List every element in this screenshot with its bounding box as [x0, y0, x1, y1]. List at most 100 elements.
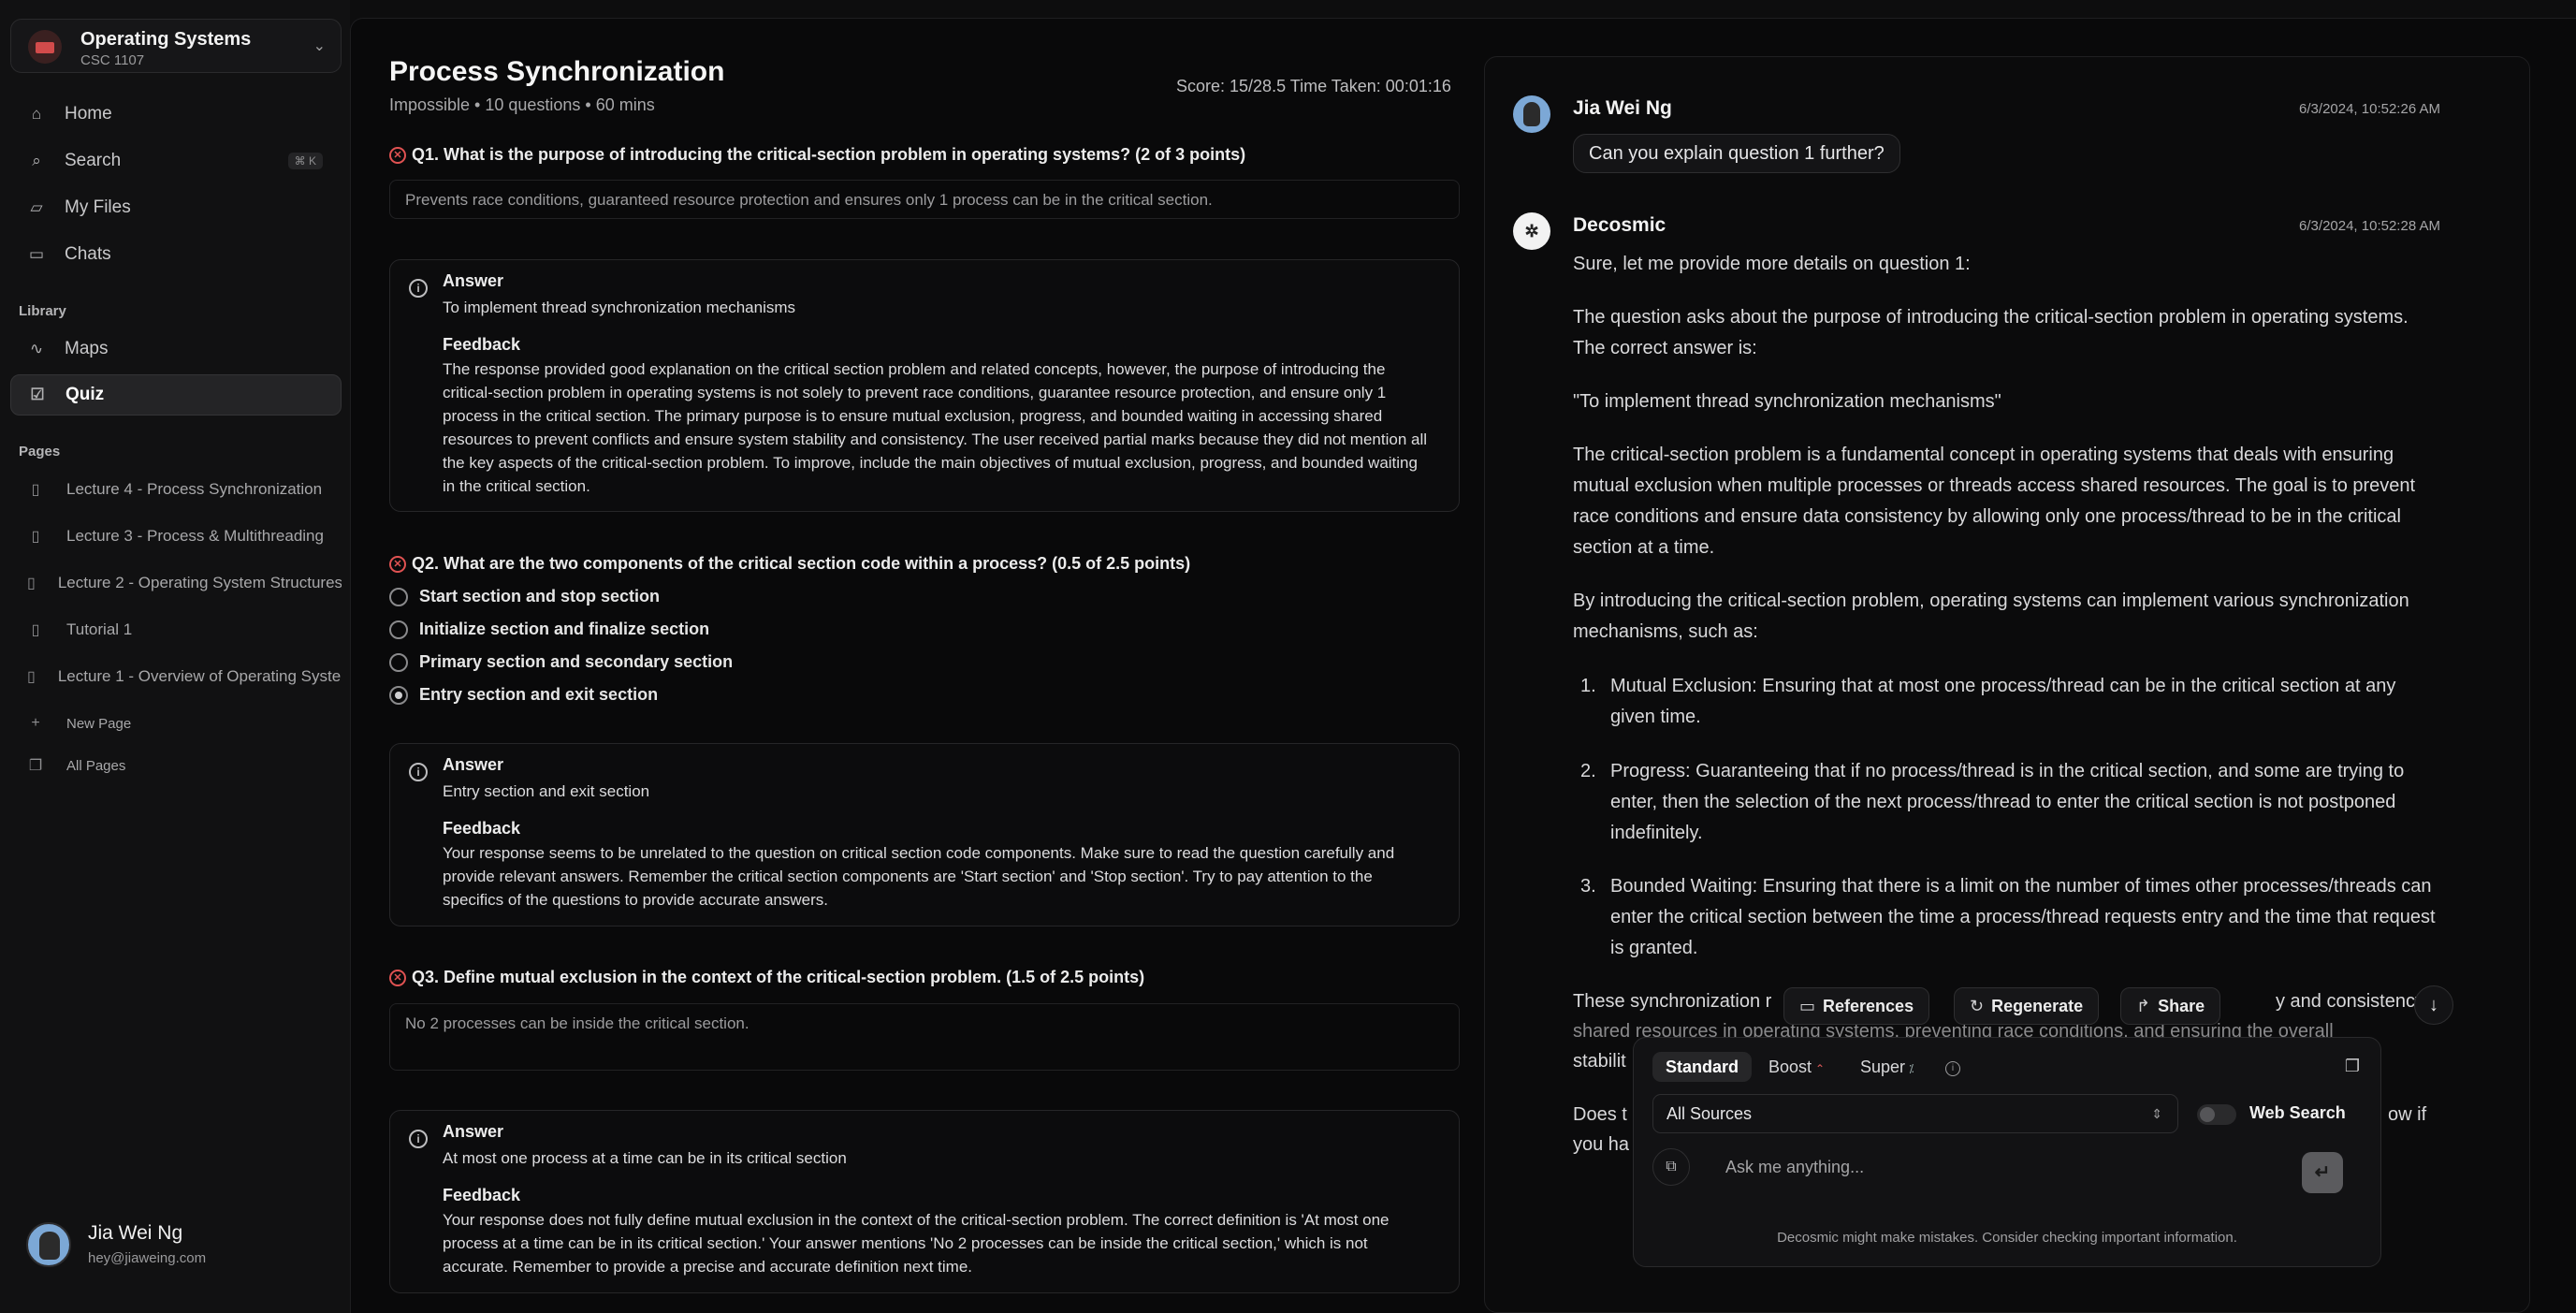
page-item[interactable]: ▯ Lecture 1 - Overview of Operating Syst…	[10, 656, 342, 697]
regenerate-label: Regenerate	[1991, 997, 2084, 1015]
message-paragraph: "To implement thread synchronization mec…	[1573, 391, 2001, 412]
nav-my-files[interactable]: ▱ My Files	[10, 187, 342, 228]
message-paragraph-partial: stabilit	[1573, 1051, 1626, 1072]
avatar	[26, 1222, 71, 1267]
list-text: Bounded Waiting: Ensuring that there is …	[1610, 876, 2436, 958]
question-heading: ✕ Q2. What are the two components of the…	[389, 554, 1190, 574]
all-pages-label: All Pages	[66, 757, 126, 774]
correct-answer: At most one process at a time can be in …	[443, 1149, 847, 1167]
option-label: Entry section and exit section	[419, 685, 659, 704]
user-message-bubble: Can you explain question 1 further?	[1573, 134, 1900, 173]
option-label: Start section and stop section	[419, 587, 661, 605]
message-paragraph: The question asks about the purpose of i…	[1573, 307, 2409, 358]
boost-icon: ⌃	[1815, 1062, 1826, 1075]
sender-name: Jia Wei Ng	[1573, 97, 1672, 119]
shortcut-badge: ⌘ K	[287, 153, 323, 169]
list-text: Mutual Exclusion: Ensuring that at most …	[1610, 676, 2396, 727]
feedback-label: Feedback	[443, 335, 521, 354]
info-icon[interactable]: i	[1945, 1058, 1960, 1076]
chevron-down-icon: ⌄	[313, 38, 326, 54]
document-icon: ▯	[31, 529, 40, 545]
option-radio[interactable]: Primary section and secondary section	[389, 652, 733, 672]
info-icon: i	[409, 279, 428, 298]
user-name: Jia Wei Ng	[88, 1222, 183, 1244]
enter-icon: ↵	[2314, 1162, 2331, 1183]
info-icon: i	[409, 1130, 428, 1148]
list-number: 2.	[1580, 761, 1596, 781]
nav-label: My Files	[65, 197, 131, 217]
copy-icon[interactable]: ❐	[2345, 1057, 2360, 1076]
image-upload-icon[interactable]: ⧉	[1652, 1148, 1690, 1186]
page-label: Tutorial 1	[66, 620, 133, 638]
info-icon: i	[409, 763, 428, 781]
scroll-down-button[interactable]: ↓	[2414, 985, 2453, 1025]
mode-label: Super	[1860, 1058, 1906, 1076]
page-item[interactable]: ▯ Lecture 4 - Process Synchronization	[10, 469, 342, 510]
references-button[interactable]: ▭ References	[1783, 987, 1930, 1025]
document-icon: ▯	[27, 576, 36, 591]
nav-home[interactable]: ⌂ Home	[10, 94, 342, 135]
feedback-text: The response provided good explanation o…	[443, 360, 1428, 495]
avatar	[1513, 95, 1550, 133]
share-button[interactable]: ↱ Share	[2120, 987, 2221, 1025]
radio-icon	[389, 652, 408, 672]
message-timestamp: 6/3/2024, 10:52:26 AM	[2299, 101, 2440, 117]
share-icon: ↱	[2136, 997, 2151, 1015]
nav-quiz[interactable]: ☑ Quiz	[10, 374, 342, 416]
page-item[interactable]: ▯ Tutorial 1	[10, 609, 342, 650]
question-text: Q1. What is the purpose of introducing t…	[412, 145, 1246, 164]
correct-answer: Entry section and exit section	[443, 782, 650, 800]
incorrect-icon: ✕	[389, 146, 406, 164]
regenerate-button[interactable]: ↻ Regenerate	[1954, 987, 2100, 1025]
plus-icon: +	[31, 715, 40, 731]
nav-label: Search	[65, 151, 122, 170]
send-button[interactable]: ↵	[2302, 1152, 2343, 1193]
mode-label: Standard	[1666, 1058, 1739, 1076]
list-number: 1.	[1580, 676, 1596, 696]
nav-chats[interactable]: ▭ Chats	[10, 234, 342, 275]
maps-icon: ∿	[29, 340, 44, 357]
option-radio[interactable]: Start section and stop section	[389, 587, 660, 606]
answer-feedback-card: i Answer At most one process at a time c…	[389, 1110, 1460, 1293]
nav-maps[interactable]: ∿ Maps	[10, 328, 342, 370]
super-icon: ⁒	[1909, 1062, 1914, 1075]
nav-search[interactable]: ⌕ Search ⌘ K	[10, 140, 342, 182]
search-icon: ⌕	[32, 152, 41, 169]
mode-super[interactable]: Super ⁒	[1847, 1052, 1927, 1082]
option-radio-selected[interactable]: Entry section and exit section	[389, 685, 658, 705]
mode-standard[interactable]: Standard	[1652, 1052, 1753, 1082]
mode-boost[interactable]: Boost ⌃	[1755, 1052, 1838, 1082]
disclaimer: Decosmic might make mistakes. Consider c…	[1777, 1230, 2237, 1246]
document-icon: ▯	[31, 622, 40, 638]
workspace-subtitle: CSC 1107	[80, 52, 145, 68]
files-icon: ▱	[30, 198, 43, 216]
message-paragraph-partial: These synchronization r	[1573, 991, 1772, 1012]
answer-label: Answer	[443, 755, 504, 774]
library-heading: Library	[19, 303, 66, 319]
document-icon: ▯	[31, 482, 40, 498]
new-page-button[interactable]: + New Page	[10, 703, 342, 744]
decosmic-logo-icon: ✲	[1513, 212, 1550, 250]
feedback-text: Your response seems to be unrelated to t…	[443, 844, 1395, 909]
nav-label: Maps	[65, 339, 109, 358]
user-email: hey@jiaweing.com	[88, 1250, 207, 1266]
page-label: Lecture 2 - Operating System Structures	[57, 574, 342, 591]
radio-icon	[389, 587, 408, 606]
workspace-switcher[interactable]: Operating Systems CSC 1107 ⌄	[10, 19, 342, 73]
web-search-toggle[interactable]	[2197, 1104, 2236, 1125]
home-icon: ⌂	[31, 105, 42, 123]
page-item[interactable]: ▯ Lecture 2 - Operating System Structure…	[10, 562, 342, 604]
list-number: 3.	[1580, 876, 1596, 897]
chevron-updown-icon: ⇕	[2151, 1106, 2162, 1121]
page-item[interactable]: ▯ Lecture 3 - Process & Multithreading	[10, 516, 342, 557]
sources-select[interactable]: All Sources ⇕	[1652, 1094, 2178, 1133]
message-input[interactable]: Ask me anything...	[1725, 1158, 1864, 1177]
chat-composer: Standard Boost ⌃ Super ⁒ i ❐ All Sources ⇕…	[1633, 1037, 2381, 1267]
answer-label: Answer	[443, 271, 504, 290]
all-pages-button[interactable]: ❐ All Pages	[10, 745, 342, 786]
correct-answer: To implement thread synchronization mech…	[443, 299, 796, 316]
option-radio[interactable]: Initialize section and finalize section	[389, 620, 709, 639]
user-profile[interactable]: Jia Wei Ng hey@jiaweing.com	[26, 1218, 326, 1275]
message-timestamp: 6/3/2024, 10:52:28 AM	[2299, 218, 2440, 234]
chats-icon: ▭	[28, 245, 45, 263]
